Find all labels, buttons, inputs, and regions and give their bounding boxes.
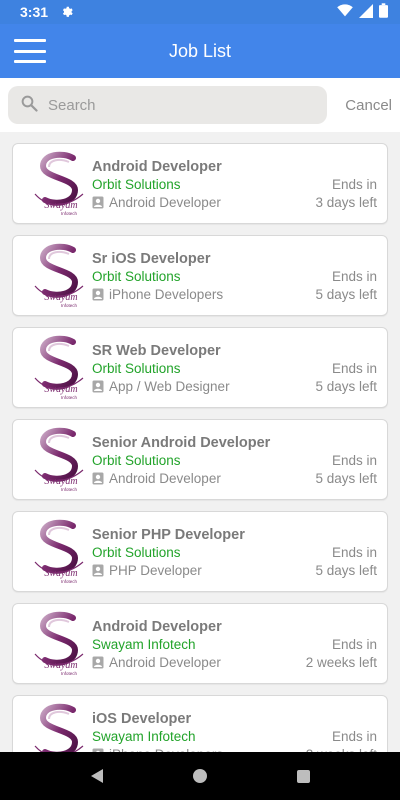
company-name: Orbit Solutions [92, 453, 181, 468]
job-category: iPhone Developers [92, 287, 223, 302]
logo-sub-text: Infotech [61, 671, 78, 676]
job-card[interactable]: Swayam Infotech Senior Android Developer… [12, 419, 388, 500]
job-category: PHP Developer [92, 563, 202, 578]
job-category-label: Android Developer [109, 471, 221, 486]
person-pin-icon [92, 380, 104, 393]
company-logo: Swayam Infotech [29, 334, 93, 402]
page-title: Job List [168, 40, 232, 61]
wifi-icon [337, 4, 353, 20]
logo-sub-text: Infotech [61, 487, 78, 492]
ends-in-label: Ends in [331, 177, 377, 192]
company-logo: Swayam Infotech [29, 610, 93, 678]
job-card[interactable]: Swayam Infotech Sr iOS Developer Orbit S… [12, 235, 388, 316]
recent-apps-icon[interactable] [296, 769, 310, 783]
company-name: Orbit Solutions [92, 545, 181, 560]
logo-brand-text: Swayam [44, 568, 77, 579]
job-category-label: PHP Developer [109, 563, 202, 578]
company-name: Orbit Solutions [92, 177, 181, 192]
logo-sub-text: Infotech [61, 211, 78, 216]
company-logo: Swayam Infotech [29, 702, 93, 752]
cancel-button[interactable]: Cancel [345, 97, 392, 114]
person-pin-icon [92, 288, 104, 301]
logo-sub-text: Infotech [61, 579, 78, 584]
company-name: Swayam Infotech [92, 637, 196, 652]
logo-brand-text: Swayam [44, 660, 77, 671]
company-name: Swayam Infotech [92, 729, 196, 744]
ends-in-label: Ends in [331, 361, 377, 376]
job-title: Android Developer [92, 619, 222, 635]
logo-sub-text: Infotech [61, 395, 78, 400]
home-icon[interactable] [192, 769, 207, 783]
search-box[interactable] [8, 86, 328, 124]
job-title: SR Web Developer [92, 343, 221, 359]
logo-brand-text: Swayam [44, 476, 77, 487]
time-left-value: 5 days left [315, 563, 377, 578]
signal-icon [359, 3, 373, 21]
logo-brand-text: Swayam [44, 292, 77, 303]
back-icon[interactable] [90, 769, 103, 783]
ends-in-label: Ends in [331, 729, 377, 744]
time-left-value: 5 days left [315, 379, 377, 394]
company-logo: Swayam Infotech [29, 150, 93, 218]
time-left-value: 3 days left [315, 195, 377, 210]
battery-icon [379, 3, 388, 21]
person-pin-icon [92, 472, 104, 485]
job-card[interactable]: Swayam Infotech iOS Developer Swayam Inf… [12, 695, 388, 752]
job-card[interactable]: Swayam Infotech Senior PHP Developer Orb… [12, 511, 388, 592]
job-category-label: Android Developer [109, 655, 221, 670]
ends-in-label: Ends in [331, 453, 377, 468]
time-left-value: 5 days left [315, 287, 377, 302]
job-list: Swayam Infotech Android Developer Orbit … [0, 132, 400, 752]
status-bar: 3:31 [0, 0, 400, 24]
job-category: Android Developer [92, 195, 221, 210]
logo-sub-text: Infotech [61, 303, 78, 308]
search-icon [20, 94, 38, 117]
company-logo: Swayam Infotech [29, 242, 93, 310]
job-category-label: Android Developer [109, 195, 221, 210]
job-category-label: iPhone Developers [109, 287, 224, 302]
time-left-value: 2 weeks left [305, 655, 377, 670]
hamburger-menu-icon[interactable] [14, 39, 46, 63]
job-card[interactable]: Swayam Infotech Android Developer Swayam… [12, 603, 388, 684]
status-time: 3:31 [20, 4, 49, 20]
job-card[interactable]: Swayam Infotech SR Web Developer Orbit S… [12, 327, 388, 408]
job-category-label: App / Web Designer [109, 379, 230, 394]
company-logo: Swayam Infotech [29, 518, 93, 586]
person-pin-icon [92, 196, 104, 209]
job-category: Android Developer [92, 655, 221, 670]
ends-in-label: Ends in [331, 637, 377, 652]
time-left-value: 5 days left [315, 471, 377, 486]
job-title: Senior PHP Developer [92, 527, 245, 543]
job-title: Android Developer [92, 159, 222, 175]
app-bar: Job List [0, 24, 400, 78]
job-title: Sr iOS Developer [92, 251, 211, 267]
search-input[interactable] [48, 96, 298, 114]
gear-icon [60, 4, 73, 20]
ends-in-label: Ends in [331, 545, 377, 560]
company-logo: Swayam Infotech [29, 426, 93, 494]
company-name: Orbit Solutions [92, 269, 181, 284]
system-nav-bar [0, 752, 400, 800]
job-category: Android Developer [92, 471, 221, 486]
ends-in-label: Ends in [331, 269, 377, 284]
job-card[interactable]: Swayam Infotech Android Developer Orbit … [12, 143, 388, 224]
person-pin-icon [92, 656, 104, 669]
logo-brand-text: Swayam [44, 384, 77, 395]
search-row: Cancel [0, 78, 400, 132]
person-pin-icon [92, 564, 104, 577]
job-title: Senior Android Developer [92, 435, 271, 451]
job-title: iOS Developer [92, 711, 192, 727]
job-category: App / Web Designer [92, 379, 230, 394]
company-name: Orbit Solutions [92, 361, 181, 376]
logo-brand-text: Swayam [44, 200, 77, 211]
